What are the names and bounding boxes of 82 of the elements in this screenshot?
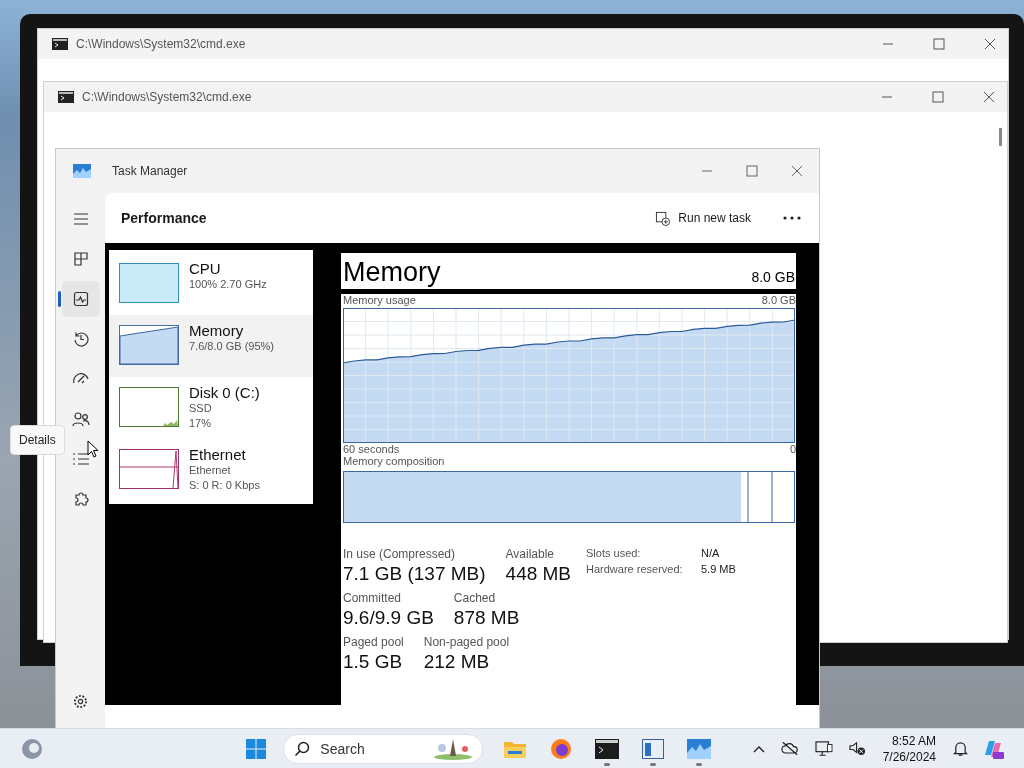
clock-time: 8:52 AM — [892, 732, 936, 749]
search-field[interactable]: Search — [283, 733, 484, 764]
device-detail: SSD — [189, 401, 213, 416]
swirl-icon[interactable] — [21, 737, 43, 760]
close-icon[interactable] — [984, 38, 996, 50]
stat-label: Committed — [343, 591, 402, 605]
stat-label: Paged pool — [343, 635, 404, 649]
device-item[interactable]: Memory 7.6/8.0 GB (95%) — [109, 315, 313, 377]
stat-value: 1.5 GB — [343, 651, 404, 673]
stat-label: In use (Compressed) — [343, 547, 457, 561]
stat-value: 7.1 GB (137 MB) — [343, 563, 486, 585]
list-icon — [71, 452, 90, 466]
window-title: Task Manager — [112, 164, 188, 178]
puzzle-icon — [72, 491, 89, 507]
settings-icon — [73, 693, 88, 709]
close-icon[interactable] — [791, 165, 803, 177]
run-new-task-button[interactable]: Run new task — [649, 206, 757, 230]
stat-value: 9.6/9.9 GB — [343, 607, 434, 629]
window-title: C:\Windows\System32\cmd.exe — [76, 37, 246, 51]
cloud-off-icon[interactable] — [780, 741, 799, 756]
volume-muted-icon[interactable] — [848, 741, 866, 756]
network-graph-thumbnail — [119, 449, 179, 489]
time-axis-start: 60 seconds — [343, 443, 400, 455]
monitor-icon — [73, 164, 91, 178]
device-name: Disk 0 (C:) — [189, 384, 260, 401]
console-icon — [58, 91, 74, 103]
pulse-icon — [72, 291, 89, 307]
device-name: Memory — [189, 322, 245, 339]
bell-icon[interactable] — [953, 740, 968, 757]
device-detail: 7.6/8.0 GB (95%) — [189, 339, 274, 354]
maximize-icon[interactable] — [746, 165, 758, 177]
chevron-up-icon[interactable] — [752, 744, 765, 753]
graph-label: Memory composition — [343, 455, 445, 467]
console-icon — [52, 38, 68, 50]
clock-date: 7/26/2024 — [882, 748, 936, 765]
device-name: Ethernet — [189, 446, 247, 463]
graph-label: Memory usage — [343, 294, 416, 306]
tooltip: Details — [10, 425, 65, 455]
window-icon — [642, 738, 665, 759]
device-detail: 17% — [189, 416, 213, 431]
window-title: C:\Windows\System32\cmd.exe — [82, 90, 252, 104]
memory-graph-thumbnail — [119, 325, 179, 365]
new-task-icon — [655, 210, 671, 226]
console-icon — [595, 738, 620, 759]
more-icon — [783, 216, 801, 220]
stat-label: Cached — [453, 591, 497, 605]
stat-value: 212 MB — [423, 651, 491, 673]
maximize-icon[interactable] — [933, 38, 945, 50]
history-icon — [72, 331, 89, 347]
scrollbar-thumb[interactable] — [999, 128, 1002, 146]
clock[interactable]: 8:52 AM 7/26/2024 — [882, 732, 936, 765]
display-icon[interactable] — [814, 740, 833, 757]
time-axis-end: 0 — [789, 443, 796, 455]
total-capacity: 8.0 GB — [751, 269, 795, 287]
grid-icon — [72, 251, 89, 267]
users-icon — [71, 411, 90, 427]
stat-value: 878 MB — [453, 607, 520, 629]
device-detail: 100% 2.70 GHz — [189, 277, 267, 292]
disk-graph-thumbnail — [119, 387, 179, 427]
device-name: CPU — [189, 260, 222, 277]
performance-button[interactable] — [61, 281, 100, 317]
stat-value: 448 MB — [505, 563, 572, 585]
stat-label: Non-paged pool — [423, 635, 510, 649]
page-title: Performance — [121, 210, 207, 226]
stat-label: Slots used: — [586, 547, 642, 559]
close-icon[interactable] — [983, 91, 995, 103]
resource-title: Memory — [343, 256, 441, 289]
stat-label: Available — [505, 547, 556, 561]
graph-maximum: 8.0 GB — [761, 294, 796, 306]
device-detail: Ethernet — [189, 463, 232, 478]
start-icon[interactable] — [245, 737, 268, 760]
stat-value: N/A — [701, 547, 721, 559]
monitor-icon — [687, 738, 712, 759]
maximize-icon[interactable] — [932, 91, 944, 103]
menu-icon — [72, 212, 89, 226]
stat-label: Hardware reserved: — [586, 563, 684, 575]
browser-icon — [550, 737, 573, 760]
cursor-icon — [87, 440, 99, 458]
stat-value: 5.9 MB — [701, 563, 736, 575]
search-icon — [294, 740, 311, 757]
device-detail: S: 0 R: 0 Kbps — [189, 478, 260, 493]
cpu-graph-thumbnail — [119, 263, 179, 303]
